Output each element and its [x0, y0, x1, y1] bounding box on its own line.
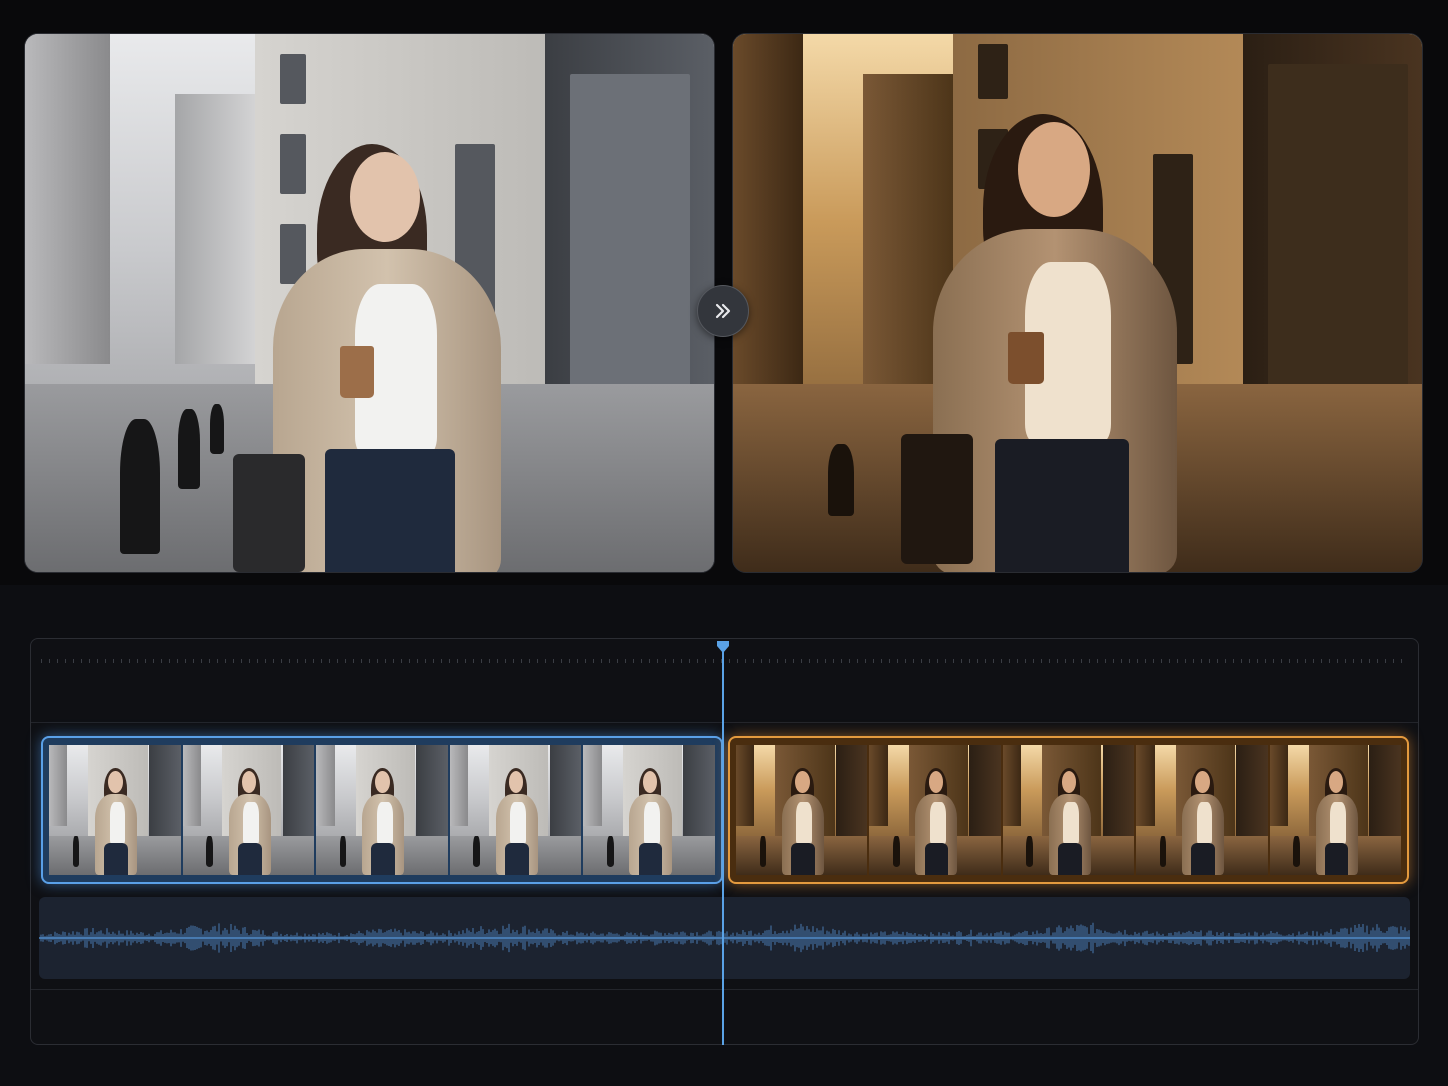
clip-thumbnail — [1136, 745, 1268, 875]
timeline-panel[interactable] — [30, 638, 1419, 1045]
original-frame-image — [25, 34, 714, 572]
clip-thumbnail — [869, 745, 1001, 875]
clip-thumbnail — [1002, 745, 1135, 875]
audio-track[interactable] — [39, 897, 1410, 979]
graded-video-clip[interactable] — [728, 736, 1409, 884]
clip-thumbnail — [316, 745, 448, 875]
track-divider — [31, 989, 1418, 990]
playhead-line[interactable] — [722, 641, 724, 1045]
ruler-ticks — [41, 659, 1408, 663]
double-chevron-right-icon — [715, 303, 731, 319]
clip-thumbnail — [583, 745, 715, 875]
original-video-clip[interactable] — [41, 736, 723, 884]
audio-waveform — [39, 922, 1410, 954]
clip-thumbnail — [182, 745, 315, 875]
clip-thumbnail — [449, 745, 582, 875]
timeline-area — [0, 585, 1448, 1086]
playhead-handle-icon[interactable] — [716, 640, 730, 654]
clip-thumbnail — [1269, 745, 1402, 875]
clip-thumbnail — [49, 745, 181, 875]
compare-toggle-button[interactable] — [697, 285, 749, 337]
clip-thumbnail — [736, 745, 868, 875]
original-preview[interactable] — [24, 33, 715, 573]
graded-frame-image — [733, 34, 1422, 572]
preview-area — [0, 0, 1448, 585]
graded-preview[interactable] — [732, 33, 1423, 573]
